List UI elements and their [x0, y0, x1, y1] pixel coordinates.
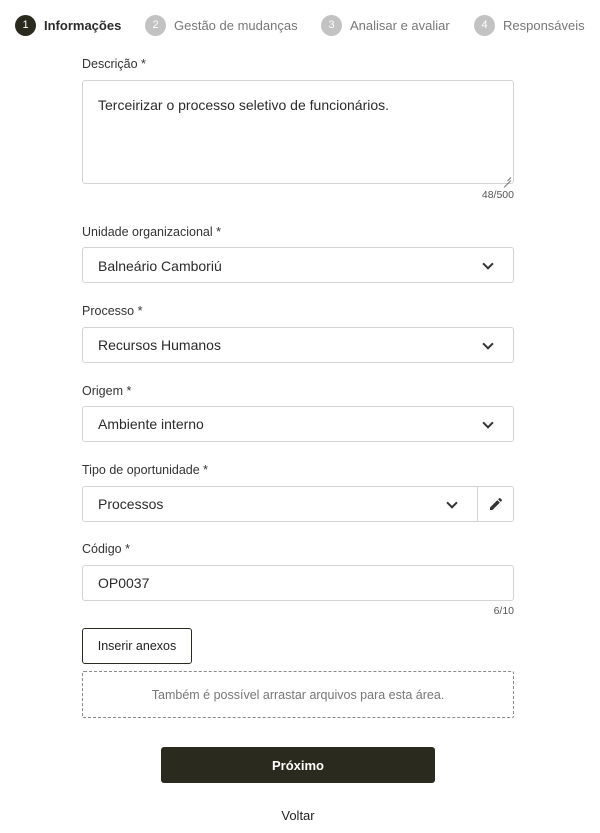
codigo-value: OP0037 [98, 575, 150, 591]
descricao-label: Descrição * [82, 57, 146, 71]
processo-label: Processo * [82, 304, 143, 318]
resize-handle-icon[interactable] [503, 173, 511, 181]
descricao-textarea[interactable]: Terceirizar o processo seletivo de funci… [82, 80, 514, 184]
step-responsaveis[interactable]: 4 Responsáveis [474, 14, 585, 36]
stepper: 1 Informações 2 Gestão de mudanças 3 Ana… [14, 14, 594, 36]
codigo-char-counter: 6/10 [493, 605, 514, 617]
step-analisar-e-avaliar[interactable]: 3 Analisar e avaliar [321, 14, 450, 36]
step-informacoes[interactable]: 1 Informações [15, 14, 121, 36]
codigo-label: Código * [82, 542, 130, 556]
chevron-down-icon [482, 417, 494, 429]
unidade-label: Unidade organizacional * [82, 225, 221, 239]
edit-tipo-button[interactable] [477, 487, 513, 521]
tipo-label: Tipo de oportunidade * [82, 463, 209, 477]
processo-value: Recursos Humanos [98, 337, 221, 353]
chevron-down-icon [482, 258, 494, 270]
step-number: 1 [15, 14, 36, 36]
origem-select[interactable]: Ambiente interno [82, 406, 514, 442]
processo-select[interactable]: Recursos Humanos [82, 327, 514, 363]
proximo-button[interactable]: Próximo [161, 747, 435, 783]
file-dropzone[interactable]: Também é possível arrastar arquivos para… [82, 671, 514, 718]
voltar-button[interactable]: Voltar [250, 804, 346, 826]
step-label: Informações [44, 17, 122, 33]
inserir-anexos-button[interactable]: Inserir anexos [82, 628, 192, 664]
origem-value: Ambiente interno [98, 416, 204, 432]
step-number: 4 [474, 14, 495, 36]
chevron-down-icon [482, 338, 494, 350]
chevron-down-icon [446, 497, 458, 509]
unidade-select[interactable]: Balneário Camboriú [82, 247, 514, 283]
descricao-value: Terceirizar o processo seletivo de funci… [98, 97, 390, 113]
codigo-input[interactable]: OP0037 [82, 565, 514, 601]
step-gestao-de-mudancas[interactable]: 2 Gestão de mudanças [145, 14, 298, 36]
descricao-char-counter: 48/500 [481, 189, 514, 201]
pencil-icon [489, 497, 502, 510]
step-number: 2 [145, 14, 166, 36]
unidade-value: Balneário Camboriú [98, 258, 222, 274]
tipo-value: Processos [98, 496, 164, 512]
step-number: 3 [321, 14, 342, 36]
step-label: Gestão de mudanças [174, 17, 298, 33]
step-label: Responsáveis [503, 17, 585, 33]
step-label: Analisar e avaliar [350, 17, 450, 33]
tipo-oportunidade-select[interactable]: Processos [82, 486, 514, 522]
origem-label: Origem * [82, 384, 132, 398]
